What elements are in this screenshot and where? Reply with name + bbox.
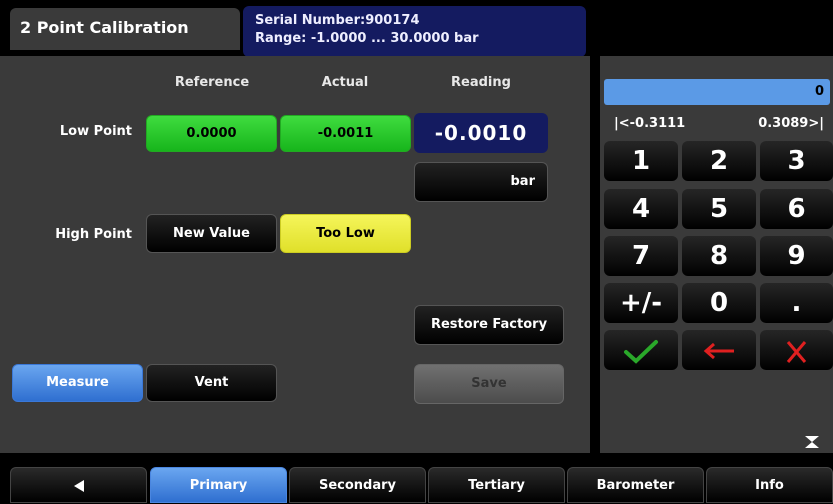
confirm-button[interactable] — [604, 330, 678, 370]
low-point-reading-value: -0.0010 — [414, 113, 548, 153]
key-4[interactable]: 4 — [604, 189, 678, 229]
key-0[interactable]: 0 — [682, 283, 756, 323]
tab-primary[interactable]: Primary — [150, 467, 287, 503]
x-icon — [786, 341, 807, 363]
high-point-new-value-button[interactable]: New Value — [146, 214, 277, 253]
keypad-display[interactable]: 0 — [604, 79, 830, 105]
keypad-min-limit[interactable]: |<-0.3111 — [614, 116, 685, 131]
high-point-status[interactable]: Too Low — [280, 214, 411, 253]
key-7[interactable]: 7 — [604, 236, 678, 276]
vent-button[interactable]: Vent — [146, 364, 277, 402]
key-3[interactable]: 3 — [760, 141, 833, 181]
column-header-reading: Reading — [451, 75, 511, 90]
range-text: Range: -1.0000 ... 30.0000 bar — [255, 31, 479, 46]
unit-button[interactable]: bar — [414, 162, 548, 202]
low-point-reference-button[interactable]: 0.0000 — [146, 115, 277, 152]
low-point-actual-value: -0.0011 — [280, 115, 411, 152]
back-tab[interactable] — [10, 467, 147, 503]
key-plus-minus[interactable]: +/- — [604, 283, 678, 323]
column-header-reference: Reference — [174, 75, 250, 90]
backspace-button[interactable] — [682, 330, 756, 370]
tab-info[interactable]: Info — [706, 467, 833, 503]
check-icon — [624, 340, 658, 364]
low-point-label: Low Point — [59, 124, 132, 139]
page-title: 2 Point Calibration — [10, 8, 240, 50]
tab-barometer[interactable]: Barometer — [567, 467, 704, 503]
key-decimal[interactable]: . — [760, 283, 833, 323]
column-header-actual: Actual — [321, 75, 369, 90]
left-arrow-icon — [703, 342, 734, 360]
restore-factory-button[interactable]: Restore Factory — [414, 305, 564, 345]
hourglass-icon — [805, 436, 819, 448]
collapse-toggle[interactable] — [802, 432, 822, 452]
key-8[interactable]: 8 — [682, 236, 756, 276]
key-2[interactable]: 2 — [682, 141, 756, 181]
key-6[interactable]: 6 — [760, 189, 833, 229]
device-info-panel: Serial Number:900174 Range: -1.0000 ... … — [243, 6, 586, 57]
keypad-max-limit[interactable]: 0.3089>| — [752, 116, 824, 131]
key-9[interactable]: 9 — [760, 236, 833, 276]
left-triangle-icon — [73, 479, 84, 492]
measure-button[interactable]: Measure — [12, 364, 143, 402]
cancel-button[interactable] — [760, 330, 833, 370]
key-1[interactable]: 1 — [604, 141, 678, 181]
high-point-label: High Point — [55, 227, 132, 242]
bottom-tab-bar: Primary Secondary Tertiary Barometer Inf… — [0, 467, 833, 503]
tab-tertiary[interactable]: Tertiary — [428, 467, 565, 503]
key-5[interactable]: 5 — [682, 189, 756, 229]
tab-secondary[interactable]: Secondary — [289, 467, 426, 503]
serial-number: Serial Number:900174 — [255, 13, 420, 28]
save-button[interactable]: Save — [414, 364, 564, 404]
